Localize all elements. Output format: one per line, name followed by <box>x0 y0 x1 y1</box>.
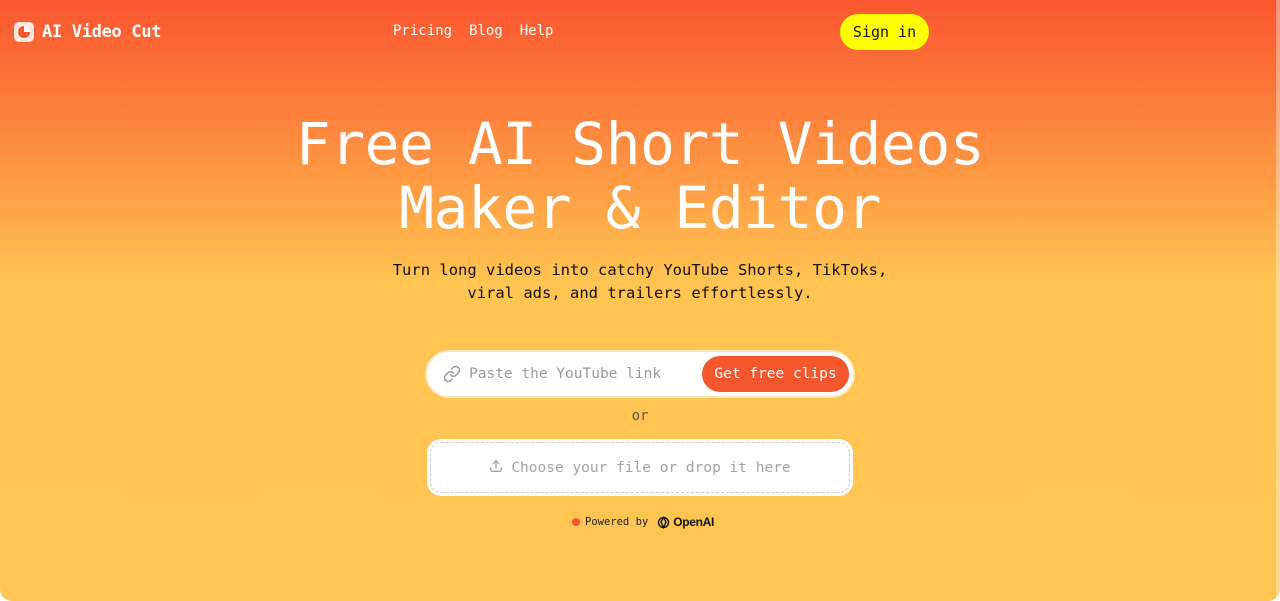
openai-logo: OpenAI <box>656 515 714 530</box>
nav-item-pricing[interactable]: Pricing <box>393 23 452 39</box>
get-free-clips-button[interactable]: Get free clips <box>702 356 849 392</box>
headline-line-1: Free AI Short Videos <box>295 110 985 178</box>
upload-label: Choose your file or drop it here <box>511 459 791 476</box>
nav-item-help[interactable]: Help <box>520 23 554 39</box>
or-divider: or <box>631 408 649 424</box>
circle-cut-icon <box>14 22 34 42</box>
brand-logo[interactable]: AI Video Cut <box>14 21 162 43</box>
openai-wordmark: OpenAI <box>673 515 715 529</box>
brand-name: AI Video Cut <box>42 22 162 42</box>
page-subtitle: Turn long videos into catchy YouTube Sho… <box>340 259 940 305</box>
subhead-line-2: viral ads, and trailers effortlessly. <box>467 284 813 302</box>
youtube-link-input[interactable] <box>469 360 709 388</box>
top-nav: Pricing Blog Help <box>393 23 553 39</box>
scrollbar[interactable] <box>1276 0 1280 601</box>
headline-line-2: Maker & Editor <box>399 174 881 242</box>
file-upload-dropzone[interactable]: Choose your file or drop it here <box>427 439 853 496</box>
powered-by: Powered by OpenAI <box>572 514 714 530</box>
openai-icon <box>658 515 670 529</box>
upload-icon <box>489 458 503 477</box>
page-title: Free AI Short Videos Maker & Editor <box>0 112 1280 240</box>
link-icon <box>443 365 461 383</box>
hero-section: AI Video Cut Pricing Blog Help Sign in F… <box>0 0 1280 601</box>
powered-by-label: Powered by <box>585 516 649 528</box>
nav-item-blog[interactable]: Blog <box>469 23 503 39</box>
status-dot <box>572 518 580 526</box>
youtube-link-form: Get free clips <box>427 352 853 396</box>
sign-in-button[interactable]: Sign in <box>840 14 929 50</box>
subhead-line-1: Turn long videos into catchy YouTube Sho… <box>392 261 888 279</box>
dropzone-area[interactable]: Choose your file or drop it here <box>430 442 850 493</box>
